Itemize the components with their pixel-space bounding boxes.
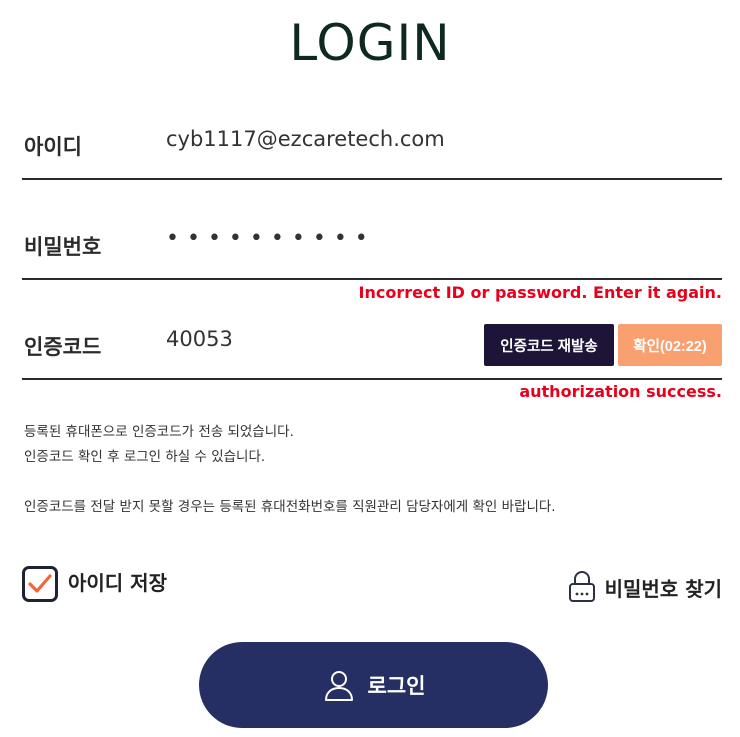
login-button[interactable]: 로그인 bbox=[199, 642, 548, 728]
auth-code-label: 인증코드 bbox=[24, 335, 102, 359]
resend-code-button[interactable]: 인증코드 재발송 bbox=[484, 324, 614, 366]
notice-line: 인증코드를 전달 받지 못할 경우는 등록된 휴대전화번호를 직원관리 담당자에… bbox=[24, 499, 556, 515]
auth-code-row: 인증코드 40053 bbox=[22, 318, 722, 380]
notice-line: 인증코드 확인 후 로그인 하실 수 있습니다. bbox=[24, 449, 266, 465]
login-label: 로그인 bbox=[367, 674, 426, 698]
auth-status-message: authorization success. bbox=[519, 382, 722, 401]
id-row: 아이디 cyb1117@ezcaretech.com bbox=[22, 118, 722, 180]
id-input[interactable]: cyb1117@ezcaretech.com bbox=[166, 127, 445, 151]
page-title: LOGIN bbox=[289, 14, 451, 72]
save-id-label: 아이디 저장 bbox=[68, 570, 167, 595]
id-label: 아이디 bbox=[24, 135, 82, 159]
find-password-link[interactable]: 비밀번호 찾기 bbox=[567, 570, 722, 604]
password-row: 비밀번호 •••••••••• bbox=[22, 218, 722, 280]
confirm-code-button[interactable]: 확인(02:22) bbox=[618, 324, 722, 366]
save-id-checkbox[interactable] bbox=[22, 566, 58, 602]
notice-line: 등록된 휴대폰으로 인증코드가 전송 되었습니다. bbox=[24, 424, 294, 440]
find-password-label: 비밀번호 찾기 bbox=[604, 576, 722, 601]
checkmark-icon bbox=[28, 574, 52, 593]
login-error-message: Incorrect ID or password. Enter it again… bbox=[358, 283, 722, 302]
auth-code-input[interactable]: 40053 bbox=[166, 327, 233, 351]
password-input[interactable]: •••••••••• bbox=[166, 226, 376, 251]
user-icon bbox=[324, 671, 353, 701]
save-id-option[interactable]: 아이디 저장 bbox=[22, 566, 167, 602]
lock-icon bbox=[568, 571, 595, 602]
password-label: 비밀번호 bbox=[24, 235, 102, 259]
